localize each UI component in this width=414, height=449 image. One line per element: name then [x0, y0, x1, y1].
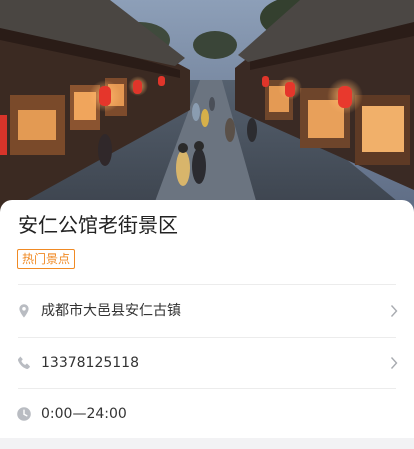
place-title: 安仁公馆老街景区	[18, 213, 178, 237]
opening-hours-text: 0:00—24:00	[41, 406, 127, 422]
scenic-spot-detail-page: 安仁公馆老街景区 热门景点 成都市大邑县安仁古镇 13378125118 0:0…	[0, 0, 414, 449]
hero-photo-illustration	[0, 0, 414, 215]
address-row[interactable]: 成都市大邑县安仁古镇	[0, 286, 414, 336]
phone-icon	[17, 356, 30, 370]
divider	[18, 284, 396, 285]
clock-icon	[17, 407, 31, 421]
page-bottom-background	[0, 438, 414, 449]
phone-number: 13378125118	[41, 355, 139, 371]
place-info-card: 安仁公馆老街景区 热门景点 成都市大邑县安仁古镇 13378125118 0:0…	[0, 200, 414, 438]
location-pin-icon	[19, 304, 29, 318]
phone-row[interactable]: 13378125118	[0, 338, 414, 388]
chevron-right-icon	[390, 305, 398, 317]
address-text: 成都市大邑县安仁古镇	[41, 303, 181, 319]
popular-spot-badge: 热门景点	[17, 249, 76, 269]
hero-photo[interactable]	[0, 0, 414, 215]
opening-hours-row: 0:00—24:00	[0, 389, 414, 439]
chevron-right-icon	[390, 357, 398, 369]
